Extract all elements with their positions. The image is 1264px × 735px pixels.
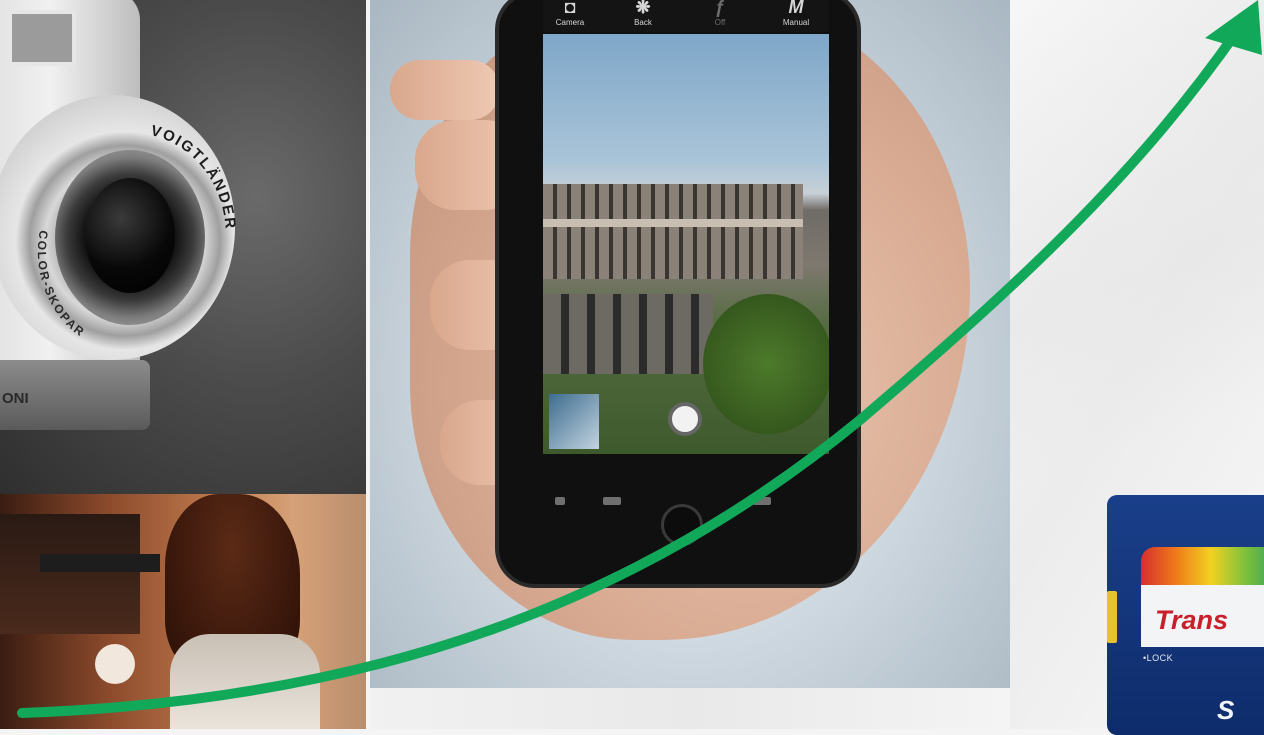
arrow-up-right-icon <box>17 0 1262 718</box>
